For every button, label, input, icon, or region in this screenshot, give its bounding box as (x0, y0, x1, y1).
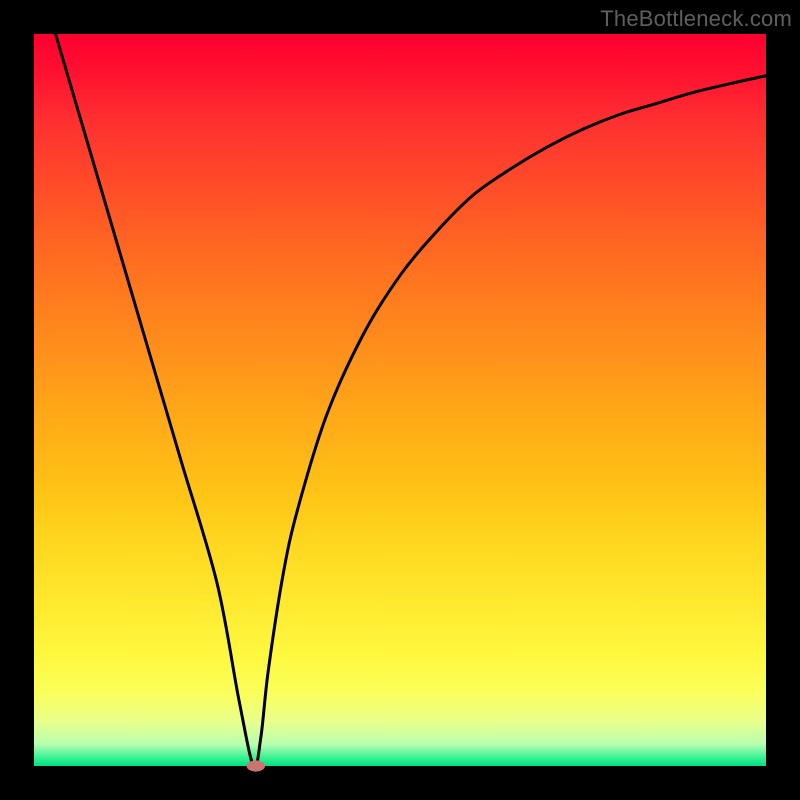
plot-area (34, 34, 766, 766)
watermark-text: TheBottleneck.com (600, 6, 792, 32)
chart-frame: TheBottleneck.com (0, 0, 800, 800)
bottleneck-curve (34, 0, 766, 767)
curve-svg (34, 34, 766, 766)
minimum-marker (247, 761, 265, 771)
